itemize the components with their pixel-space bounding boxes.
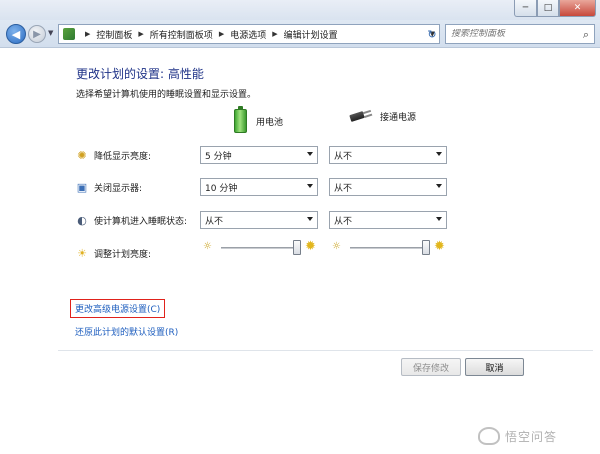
slider-thumb[interactable]	[422, 240, 430, 255]
setting-label: 关闭显示器:	[94, 183, 143, 194]
sleep-icon: ◐	[77, 213, 87, 227]
dim-display-plugged-select[interactable]: 从不	[329, 146, 447, 164]
restore-defaults-link[interactable]: 还原此计划的默认设置(R)	[75, 325, 178, 338]
battery-icon	[234, 106, 247, 133]
save-changes-button[interactable]: 保存修改	[401, 358, 461, 376]
watermark-logo-icon	[478, 427, 500, 445]
chevron-down-icon	[307, 217, 313, 221]
select-value: 从不	[334, 216, 353, 227]
watermark-text: 悟空问答	[505, 429, 558, 444]
breadcrumb-separator[interactable]: ▶	[85, 30, 90, 38]
setting-label: 降低显示亮度:	[94, 151, 152, 162]
turn-off-display-battery-select[interactable]: 10 分钟	[200, 178, 318, 196]
page-title: 更改计划的设置: 高性能	[76, 67, 204, 81]
slider-track[interactable]	[350, 247, 430, 249]
search-box[interactable]: ⌕	[445, 24, 595, 44]
cancel-button[interactable]: 取消	[465, 358, 524, 376]
forward-arrow-icon: ▶	[33, 28, 41, 40]
dim-display-icon: ✺	[77, 148, 87, 162]
turn-off-display-plugged-select[interactable]: 从不	[329, 178, 447, 196]
power-plug-icon	[350, 109, 372, 123]
dim-display-battery-select[interactable]: 5 分钟	[200, 146, 318, 164]
advanced-power-settings-link[interactable]: 更改高级电源设置(C)	[70, 299, 166, 318]
setting-row-brightness: ☀ 调整计划亮度:	[76, 244, 151, 262]
brightness-battery-slider[interactable]: ☼ ✹	[203, 239, 321, 257]
back-arrow-icon: ◀	[11, 27, 21, 41]
brightness-plugged-slider[interactable]: ☼ ✹	[332, 239, 450, 257]
dim-sun-icon: ☼	[332, 241, 341, 252]
refresh-button[interactable]: ↻	[424, 24, 440, 44]
battery-column-label: 用电池	[256, 117, 284, 128]
setting-label: 调整计划亮度:	[94, 249, 152, 260]
watermark: 悟空问答	[478, 427, 557, 445]
select-value: 5 分钟	[205, 151, 232, 162]
forward-button[interactable]: ▶	[28, 25, 46, 43]
slider-track[interactable]	[221, 247, 301, 249]
select-value: 从不	[334, 183, 353, 194]
control-panel-icon	[63, 28, 75, 40]
monitor-icon: ▣	[76, 180, 88, 194]
plugged-in-column-label: 接通电源	[380, 112, 417, 123]
breadcrumb-all-items[interactable]: 所有控制面板项	[150, 28, 213, 41]
chevron-down-icon	[436, 217, 442, 221]
breadcrumb-power-options[interactable]: 电源选项	[230, 28, 266, 41]
setting-row-sleep: ◐ 使计算机进入睡眠状态:	[76, 211, 187, 229]
setting-label: 使计算机进入睡眠状态:	[94, 216, 188, 227]
plugged-in-column-header: 接通电源	[350, 109, 416, 123]
select-value: 10 分钟	[205, 183, 238, 194]
bright-sun-icon: ✹	[305, 239, 316, 254]
breadcrumb-separator[interactable]: ▶	[219, 30, 224, 38]
refresh-icon: ↻	[427, 27, 437, 41]
title-bar: ─ □ ✕	[0, 0, 600, 22]
navigation-bar: ◀ ▶ ▼ ▶ 控制面板 ▶ 所有控制面板项 ▶ 电源选项 ▶ 编辑计划设置 ▼…	[0, 20, 600, 48]
sleep-plugged-select[interactable]: 从不	[329, 211, 447, 229]
search-input[interactable]	[451, 29, 575, 39]
main-content: 更改计划的设置: 高性能 选择希望计算机使用的睡眠设置和显示设置。 用电池 接通…	[0, 49, 600, 454]
maximize-button[interactable]: □	[537, 0, 559, 17]
chevron-down-icon	[436, 184, 442, 188]
battery-column-header: 用电池	[234, 106, 284, 133]
bright-sun-icon: ✹	[434, 239, 445, 254]
sleep-battery-select[interactable]: 从不	[200, 211, 318, 229]
back-button[interactable]: ◀	[6, 24, 26, 44]
close-button[interactable]: ✕	[559, 0, 596, 17]
breadcrumb-separator[interactable]: ▶	[138, 30, 143, 38]
minimize-button[interactable]: ─	[514, 0, 537, 17]
chevron-down-icon	[436, 152, 442, 156]
select-value: 从不	[334, 151, 353, 162]
divider	[58, 350, 593, 351]
recent-pages-dropdown[interactable]: ▼	[48, 29, 53, 37]
brightness-icon: ☀	[77, 246, 87, 260]
breadcrumb-edit-plan[interactable]: 编辑计划设置	[284, 28, 338, 41]
address-bar[interactable]: ▶ 控制面板 ▶ 所有控制面板项 ▶ 电源选项 ▶ 编辑计划设置 ▼	[58, 24, 440, 44]
dim-sun-icon: ☼	[203, 241, 212, 252]
breadcrumb-separator[interactable]: ▶	[272, 30, 277, 38]
chevron-down-icon	[307, 152, 313, 156]
setting-row-dim-display: ✺ 降低显示亮度:	[76, 146, 151, 164]
setting-row-turn-off-display: ▣ 关闭显示器:	[76, 178, 142, 196]
select-value: 从不	[205, 216, 224, 227]
page-subtitle: 选择希望计算机使用的睡眠设置和显示设置。	[76, 90, 257, 100]
chevron-down-icon	[307, 184, 313, 188]
search-icon[interactable]: ⌕	[583, 28, 589, 42]
breadcrumb-control-panel[interactable]: 控制面板	[96, 28, 132, 41]
slider-thumb[interactable]	[293, 240, 301, 255]
